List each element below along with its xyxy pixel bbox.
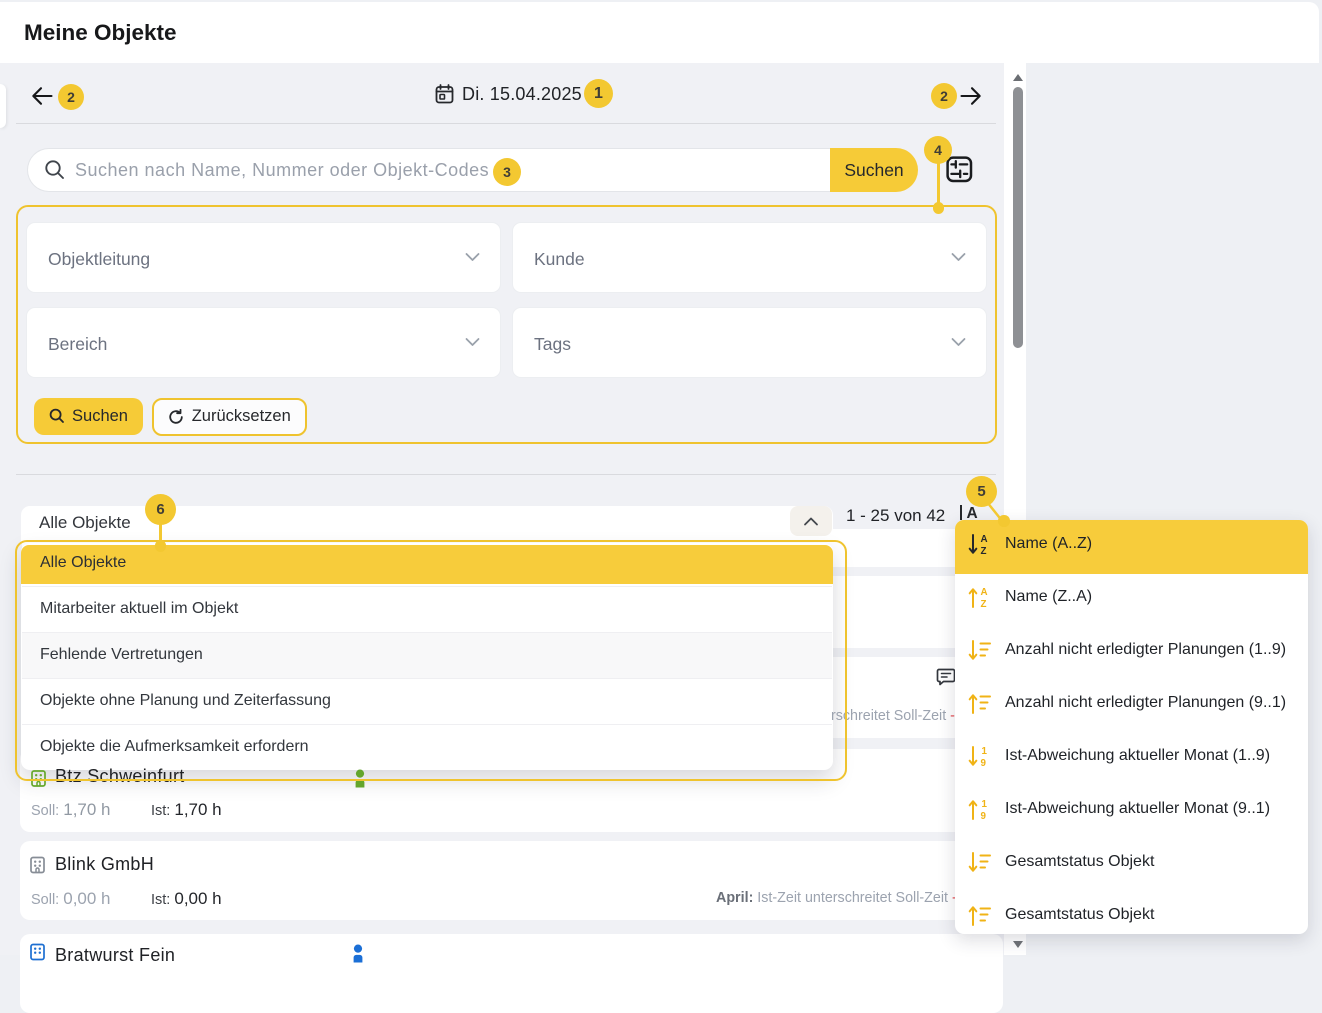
svg-text:9: 9	[981, 811, 987, 821]
svg-text:1: 1	[982, 746, 988, 757]
svg-text:9: 9	[981, 758, 987, 768]
svg-text:Z: Z	[981, 546, 987, 556]
svg-text:1: 1	[982, 799, 988, 810]
svg-text:A: A	[981, 587, 988, 598]
svg-text:Z: Z	[981, 599, 987, 609]
svg-text:A: A	[981, 534, 988, 545]
